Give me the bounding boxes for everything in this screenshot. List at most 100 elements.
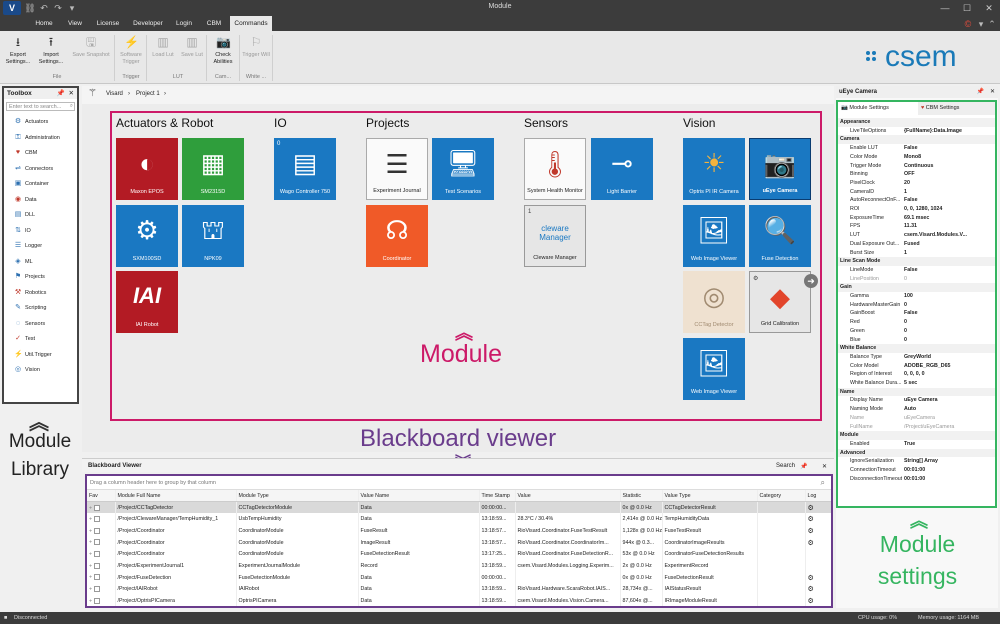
tile-maxon-epos[interactable]: ◐ Maxon EPOS	[116, 138, 178, 200]
property-row[interactable]: FPS 11.31	[838, 222, 995, 231]
fav-cell[interactable]: +	[87, 525, 116, 537]
property-row[interactable]: DisconnectionTimeout 00:01:00	[838, 475, 995, 484]
property-row[interactable]: Color Mode Mono8	[838, 153, 995, 162]
toolbox-item[interactable]: ◎ Vision	[4, 362, 77, 378]
property-value[interactable]: String[] Array	[904, 457, 992, 466]
toolbox-item[interactable]: ◈ ML	[4, 254, 77, 270]
property-value[interactable]: ADOBE_RGB_D65	[904, 362, 992, 371]
property-row[interactable]: CameraID 1	[838, 188, 995, 197]
property-value[interactable]: 0, 0, 0, 0	[904, 370, 992, 379]
column-header[interactable]: Module Type	[236, 490, 359, 503]
tab-commands[interactable]: Commands	[230, 16, 272, 31]
gear-icon[interactable]: ⚙	[808, 575, 814, 582]
table-row[interactable]: + /Project/ClewareManager/TempHumidity_1…	[87, 513, 831, 526]
tile-test-scenarios[interactable]: 🖥 Test Scenarios	[432, 138, 494, 200]
fav-checkbox[interactable]	[93, 504, 100, 511]
breadcrumb-root[interactable]: Visard	[106, 91, 123, 97]
tab-developer[interactable]: Developer	[130, 16, 166, 31]
property-row[interactable]: AutoReconnectOnF... False	[838, 196, 995, 205]
fav-checkbox[interactable]	[93, 574, 100, 581]
table-row[interactable]: + /Project/FuseDetection FuseDetectionMod…	[87, 571, 831, 584]
log-cell[interactable]: ⚙	[805, 583, 831, 596]
expand-icon[interactable]: +	[89, 563, 92, 569]
property-category[interactable]: Appearance	[838, 118, 995, 127]
toolbox-item[interactable]: ⇌ Connectors	[4, 161, 77, 177]
log-cell[interactable]	[805, 548, 831, 561]
expand-icon[interactable]: +	[89, 540, 92, 546]
property-row[interactable]: Enabled True	[838, 440, 995, 449]
property-value[interactable]: GreyWorld	[904, 353, 992, 362]
property-value[interactable]: {FullName}:Data.Image	[904, 127, 992, 136]
property-row[interactable]: FullName/Project/uEyeCamera	[838, 423, 995, 432]
property-value[interactable]: 0	[904, 301, 992, 310]
fav-cell[interactable]: +	[87, 513, 116, 526]
tile-cleware-manager[interactable]: 1 cleware Manager Cleware Manager	[524, 205, 586, 267]
property-row[interactable]: Display Name uEye Camera	[838, 396, 995, 405]
property-row[interactable]: HardwareMasterGain 0	[838, 301, 995, 310]
tab-cbm-settings[interactable]: ♥ CBM Settings	[918, 102, 995, 115]
gear-icon[interactable]: ⚙	[808, 505, 814, 512]
gear-icon[interactable]: ⚙	[808, 528, 814, 535]
property-value[interactable]: OFF	[904, 170, 992, 179]
check-abilities-button[interactable]: 📷 Check Abilities	[208, 36, 238, 65]
property-value[interactable]: 5 sec	[904, 379, 992, 388]
toolbox-item[interactable]: ☰ Logger	[4, 238, 77, 254]
fav-cell[interactable]: +	[87, 571, 116, 584]
property-row[interactable]: PixelClock 20	[838, 179, 995, 188]
property-value[interactable]: /Project/uEyeCamera	[904, 423, 992, 432]
toolbox-item[interactable]: ♥ CBM	[4, 145, 77, 161]
fav-checkbox[interactable]	[93, 516, 100, 523]
property-category[interactable]: Module	[838, 431, 995, 440]
toolbox-item[interactable]: ⚑ Projects	[4, 269, 77, 285]
tile-iai-robot[interactable]: IAI IAI Robot	[116, 271, 178, 333]
expand-icon[interactable]: +	[89, 587, 92, 593]
log-cell[interactable]: ⚙	[805, 513, 831, 526]
toolbox-item[interactable]: ⚡ Util.Trigger	[4, 347, 77, 363]
property-row[interactable]: LUT csem.Visard.Modules.V...	[838, 231, 995, 240]
table-row[interactable]: + /Project/Coordinator CoordinatorModule I…	[87, 536, 831, 549]
property-row[interactable]: Binning OFF	[838, 170, 995, 179]
column-header[interactable]: Value Name	[358, 490, 480, 503]
property-row[interactable]: Region of Interest 0, 0, 0, 0	[838, 370, 995, 379]
fav-cell[interactable]: +	[87, 548, 116, 561]
table-row[interactable]: + /Project/IAIRobot IAIRobot Data 13:18:59.…	[87, 583, 831, 596]
fav-checkbox[interactable]	[93, 562, 100, 569]
property-value[interactable]: False	[904, 266, 992, 275]
tab-login[interactable]: Login	[170, 16, 198, 31]
breadcrumb-child[interactable]: Project 1	[136, 91, 160, 97]
property-value[interactable]: 100	[904, 292, 992, 301]
property-row[interactable]: Burst Size 1	[838, 249, 995, 258]
property-value[interactable]: Continuous	[904, 162, 992, 171]
fav-cell[interactable]: +	[87, 560, 116, 572]
property-row[interactable]: GainBoost False	[838, 309, 995, 318]
property-row[interactable]: Red 0	[838, 318, 995, 327]
tile-cctag-detector[interactable]: ◎ CCTag Detector	[683, 271, 745, 333]
property-row[interactable]: Naming Mode Auto	[838, 405, 995, 414]
property-value[interactable]: 0	[904, 318, 992, 327]
property-category[interactable]: White Balance	[838, 344, 995, 353]
toolbox-item[interactable]: ▤ DLL	[4, 207, 77, 223]
group-drop-zone[interactable]: Drag a column header here to group by th…	[87, 476, 831, 490]
property-category[interactable]: Gain	[838, 283, 995, 292]
property-value[interactable]: 0	[904, 336, 992, 345]
column-header[interactable]: Value	[515, 490, 621, 503]
close-icon[interactable]: ✕	[990, 88, 995, 95]
property-value[interactable]: 1	[904, 188, 992, 197]
property-row[interactable]: LineMode False	[838, 266, 995, 275]
property-row[interactable]: ExposureTime 69.1 msec	[838, 214, 995, 223]
tile-fuse-detection[interactable]: 🔍 Fuse Detection	[749, 205, 811, 267]
log-cell[interactable]: ⚙	[805, 525, 831, 537]
tab-view[interactable]: View	[62, 16, 88, 31]
table-row[interactable]: + /Project/Coordinator CoordinatorModule F…	[87, 548, 831, 561]
tile-sm2315d[interactable]: ▦ SM2315D	[182, 138, 244, 200]
gear-icon[interactable]: ⚙	[808, 540, 814, 547]
log-cell[interactable]: ⚙	[805, 595, 831, 606]
export-settings-button[interactable]: ⭳ Export Settings...	[3, 36, 33, 65]
property-value[interactable]: Fused	[904, 240, 992, 249]
search-icon[interactable]: ⌕	[821, 478, 825, 488]
property-row[interactable]: LiveTileOptions {FullName}:Data.Image	[838, 127, 995, 136]
minimize-button[interactable]: —	[934, 0, 956, 16]
expand-icon[interactable]: +	[89, 528, 92, 534]
tile-light-barrier[interactable]: ⊸ Light Barrier	[591, 138, 653, 200]
property-row[interactable]: ROI 0, 0, 1280, 1024	[838, 205, 995, 214]
